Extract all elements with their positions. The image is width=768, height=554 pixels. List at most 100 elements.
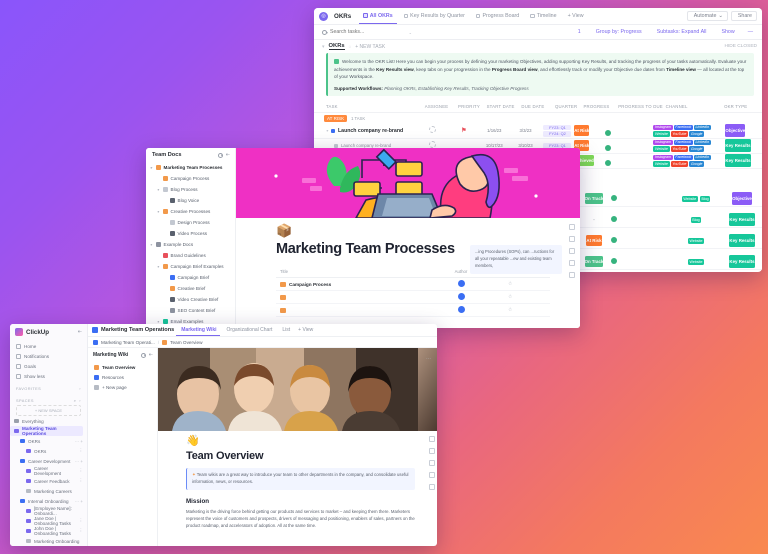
- okr-type-cell[interactable]: Objective: [722, 187, 762, 205]
- quarter-cell[interactable]: FY23: Q1 FY24: Q2: [541, 124, 575, 137]
- space-tree-item[interactable]: Everything: [10, 416, 87, 426]
- relationships-icon[interactable]: [429, 472, 435, 478]
- tab-marketing-wiki[interactable]: Marketing Wiki: [176, 324, 220, 336]
- wiki-page-item[interactable]: Resources: [88, 372, 157, 382]
- channel-badge[interactable]: Google: [689, 161, 704, 167]
- space-tree-item[interactable]: Marketing Onboarding: [10, 536, 87, 546]
- row-actions[interactable]: ⋮: [79, 518, 87, 524]
- progress-cell[interactable]: On Track: [574, 187, 614, 205]
- space-tree-item[interactable]: OKRs ⋮: [10, 446, 87, 456]
- channel-badge[interactable]: Website: [681, 196, 699, 202]
- contributors-cell[interactable]: ☃: [484, 307, 536, 313]
- space-tree-item[interactable]: Jane Doe | Onboarding Tasks ⋮: [10, 516, 87, 526]
- docs-tree-item[interactable]: ▾ Marketing Team Processes: [146, 162, 232, 173]
- spaces-section-label[interactable]: SPACES ⌕ ›: [10, 393, 87, 405]
- chevron-down-icon[interactable]: ▾: [149, 243, 153, 247]
- start-date-cell[interactable]: 1/16/23: [478, 128, 510, 133]
- channel-badge[interactable]: Blog: [699, 196, 711, 202]
- clickup-brand[interactable]: ClickUp ⇤: [10, 328, 87, 341]
- pin-icon[interactable]: [569, 248, 575, 254]
- row-actions[interactable]: ··· +: [75, 439, 87, 444]
- chevron-down-icon[interactable]: ▾: [156, 265, 160, 269]
- docs-tree-item[interactable]: SEO Content Brief: [146, 305, 232, 316]
- channel-cell[interactable]: Instagram Facebook LinkedIn Website YouTube G…: [653, 139, 725, 152]
- show-button[interactable]: Show: [715, 28, 738, 36]
- channel-badge[interactable]: Website: [687, 259, 705, 265]
- channel-cell[interactable]: Website: [670, 250, 722, 268]
- sidebar-item-home[interactable]: Home: [10, 341, 87, 351]
- channel-badge[interactable]: Website: [653, 146, 670, 152]
- wiki-page-item[interactable]: Team Overview: [88, 362, 157, 372]
- sidebar-item-show-less[interactable]: Show less: [10, 371, 87, 381]
- docs-tree-item[interactable]: Campaign Process: [146, 173, 232, 184]
- docs-tree-item[interactable]: ▾ Example Docs: [146, 239, 232, 250]
- relationships-icon[interactable]: [569, 260, 575, 266]
- docs-tree-item[interactable]: ▾ Creative Processes: [146, 206, 232, 217]
- chevron-right-icon[interactable]: ›: [79, 386, 81, 391]
- hide-closed-button[interactable]: HIDE CLOSED: [724, 44, 757, 49]
- channel-badge[interactable]: YouTube: [670, 146, 689, 152]
- search-icon[interactable]: ⌕: [74, 398, 77, 403]
- docs-tree-item[interactable]: Campaign Brief: [146, 272, 232, 283]
- progress-cell[interactable]: At Risk: [574, 229, 614, 247]
- automate-button[interactable]: Automate ⌄: [686, 11, 728, 21]
- marketing-wiki-window[interactable]: ClickUp ⇤ Home Notifications Goals Show les…: [10, 324, 437, 546]
- row-actions[interactable]: ⋮: [79, 448, 87, 454]
- channel-badge[interactable]: Website: [687, 238, 705, 244]
- docs-tree-item[interactable]: Video Process: [146, 228, 232, 239]
- space-tree-item[interactable]: Career Development ··· +: [10, 456, 87, 466]
- tab-progress-board[interactable]: Progress Board: [472, 8, 523, 24]
- wiki-page-item[interactable]: + New page: [88, 382, 157, 392]
- row-actions[interactable]: ··· +: [75, 459, 87, 464]
- okr-type-cell[interactable]: Key Results: [722, 229, 762, 247]
- table-row[interactable]: ☃: [276, 291, 550, 304]
- chevron-down-icon[interactable]: ▾: [156, 320, 160, 324]
- chevron-down-icon[interactable]: ▾: [156, 188, 160, 192]
- board-row[interactable]: At Risk Website Key Results: [574, 228, 762, 249]
- new-space-button[interactable]: + NEW SPACE: [16, 405, 81, 416]
- doc-title-cell[interactable]: Campaign Process: [280, 281, 438, 287]
- favorites-section-label[interactable]: FAVORITES ›: [10, 381, 87, 393]
- doc-title-cell[interactable]: [280, 307, 438, 313]
- board-row[interactable]: - Blog Key Results: [574, 207, 762, 228]
- search-tasks-field[interactable]: ⌄: [319, 27, 415, 37]
- contributors-cell[interactable]: ☃: [484, 281, 536, 287]
- table-row[interactable]: ▾ Launch company re-brand ⚑ 1/16/23 3/3/2…: [314, 123, 762, 139]
- subtasks-button[interactable]: Subtasks: Expand All: [651, 28, 711, 36]
- collapse-icon[interactable]: ⇤: [78, 329, 82, 335]
- chevron-down-icon[interactable]: ▾: [322, 44, 325, 50]
- docs-tree-item[interactable]: Blog Voice: [146, 195, 232, 206]
- space-tree-item[interactable]: Internal Onboarding ··· +: [10, 496, 87, 506]
- pin-icon[interactable]: [429, 460, 435, 466]
- channel-badge[interactable]: Facebook: [673, 139, 693, 146]
- docs-tree-item[interactable]: ▾ Blog Process: [146, 184, 232, 195]
- sidebar-item-notifications[interactable]: Notifications: [10, 351, 87, 361]
- progress-cell[interactable]: At Risk: [574, 124, 608, 136]
- channel-cell[interactable]: Instagram Facebook LinkedIn Website YouTube G…: [653, 154, 725, 167]
- channel-badge[interactable]: Instagram: [653, 139, 673, 146]
- add-view-button[interactable]: + View: [295, 324, 316, 336]
- channel-cell[interactable]: Website: [670, 229, 722, 247]
- author-cell[interactable]: [438, 292, 484, 302]
- channel-badge[interactable]: LinkedIn: [693, 139, 711, 146]
- quarter-badge[interactable]: FY23: Q1: [543, 124, 572, 131]
- tab-organizational-chart[interactable]: Organizational Chart: [222, 324, 276, 336]
- search-input[interactable]: [330, 29, 392, 35]
- font-size-icon[interactable]: [429, 448, 435, 454]
- board-row[interactable]: On Track Website Key Results: [574, 249, 762, 270]
- share-button[interactable]: Share: [730, 11, 757, 21]
- expand-icon[interactable]: [569, 224, 575, 230]
- space-tree-item[interactable]: Marketing Team Operations: [10, 426, 83, 436]
- breadcrumb-space[interactable]: Marketing Team Operati...: [101, 340, 155, 345]
- channel-badge[interactable]: YouTube: [670, 161, 689, 167]
- author-cell[interactable]: [438, 279, 484, 289]
- author-cell[interactable]: [438, 305, 484, 315]
- team-docs-window[interactable]: Team Docs ⇤ ▾ Marketing Team Processes C…: [146, 148, 580, 328]
- chevron-down-icon[interactable]: ▾: [156, 210, 160, 214]
- space-tree-item[interactable]: Career Development ⋮: [10, 466, 87, 476]
- channel-badge[interactable]: Facebook: [673, 154, 693, 161]
- tab-all-okrs[interactable]: All OKRs: [359, 8, 397, 24]
- doc-more-icon[interactable]: ⋯: [426, 356, 431, 362]
- row-actions[interactable]: ⋮: [79, 528, 87, 534]
- space-tree-item[interactable]: John Doe | Onboarding Tasks ⋮: [10, 526, 87, 536]
